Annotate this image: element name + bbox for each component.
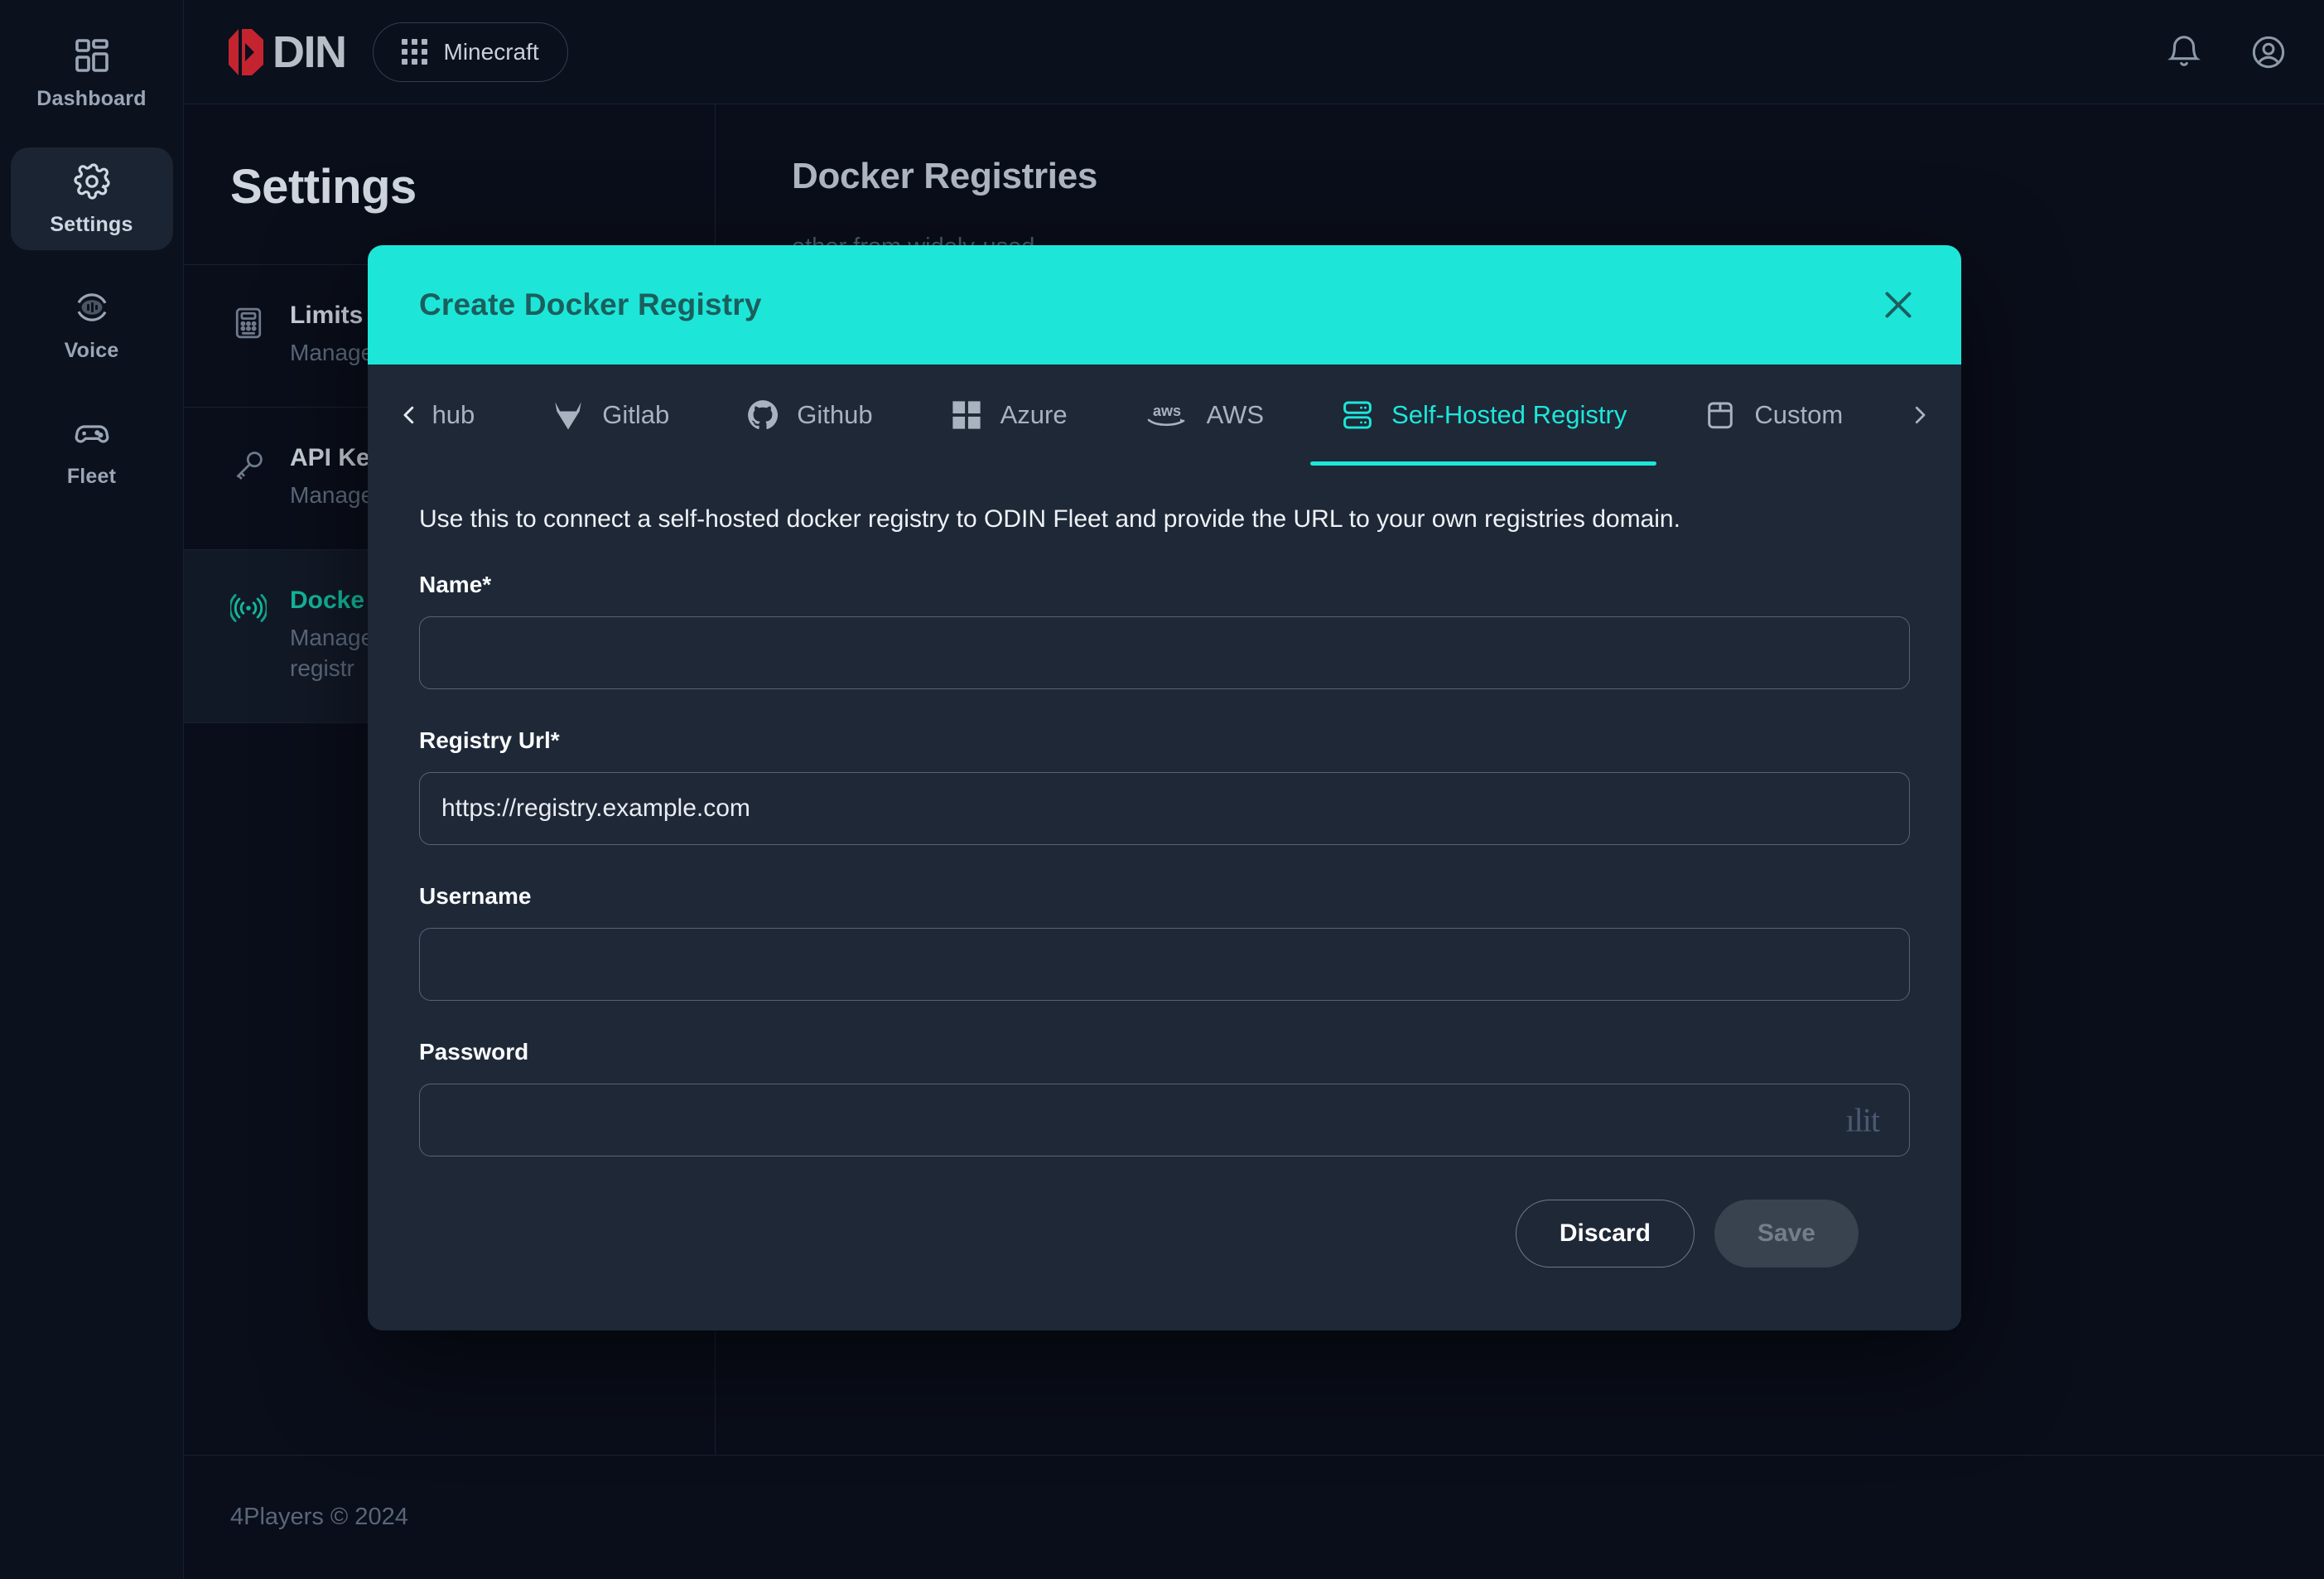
- dialog-body: Use this to connect a self-hosted docker…: [368, 466, 1961, 1330]
- field-password: Password ılit: [419, 1039, 1910, 1156]
- chevron-right-icon[interactable]: [1897, 365, 1943, 466]
- tab-label: Gitlab: [602, 400, 670, 429]
- tab-gitlab[interactable]: Gitlab: [513, 365, 707, 466]
- box-icon: [1703, 398, 1738, 432]
- tab-dockerhub[interactable]: erhub: [432, 365, 513, 466]
- dialog-header: Create Docker Registry: [368, 245, 1961, 365]
- tab-label: Custom: [1754, 400, 1844, 429]
- app-root: Dashboard Settings Voice Fleet DIN Minec…: [0, 0, 2324, 1579]
- tab-label: Self-Hosted Registry: [1391, 400, 1627, 429]
- tab-azure[interactable]: Azure: [911, 365, 1106, 466]
- name-input[interactable]: [441, 617, 1888, 688]
- name-input-wrapper[interactable]: [419, 616, 1910, 689]
- field-name: Name*: [419, 572, 1910, 689]
- tab-self-hosted-registry[interactable]: Self-Hosted Registry: [1302, 365, 1665, 466]
- tab-label: erhub: [432, 400, 475, 429]
- tabs-scroller: erhub Gitlab: [432, 365, 1897, 466]
- tab-label: Github: [797, 400, 873, 429]
- chevron-left-icon[interactable]: [386, 365, 432, 466]
- password-input[interactable]: [441, 1084, 1888, 1156]
- tab-aws[interactable]: aws AWS: [1106, 365, 1302, 466]
- tab-github[interactable]: Github: [707, 365, 910, 466]
- dialog-title: Create Docker Registry: [419, 287, 762, 321]
- save-button[interactable]: Save: [1714, 1200, 1859, 1268]
- close-icon[interactable]: [1875, 282, 1921, 328]
- github-icon: [745, 398, 780, 432]
- registry-url-input-wrapper[interactable]: [419, 772, 1910, 845]
- self-hosted-hint: Use this to connect a self-hosted docker…: [419, 505, 1680, 533]
- password-input-wrapper[interactable]: ılit: [419, 1084, 1910, 1156]
- tab-label: AWS: [1206, 400, 1265, 429]
- dialog-actions: Discard Save: [419, 1156, 1910, 1268]
- modal-overlay: Create Docker Registry erhub: [0, 0, 2324, 1579]
- field-registry-url-label: Registry Url*: [419, 727, 560, 753]
- field-registry-url: Registry Url*: [419, 727, 1910, 845]
- create-docker-registry-dialog: Create Docker Registry erhub: [368, 245, 1961, 1330]
- azure-icon: [949, 398, 984, 432]
- discard-button[interactable]: Discard: [1515, 1200, 1695, 1268]
- field-username: Username: [419, 883, 1910, 1001]
- tab-label: Azure: [1000, 400, 1068, 429]
- server-rack-icon: [1340, 398, 1375, 432]
- gitlab-icon: [551, 398, 586, 432]
- field-name-label: Name*: [419, 572, 492, 597]
- aws-icon: aws: [1144, 398, 1190, 432]
- registry-url-input[interactable]: [441, 773, 1888, 844]
- field-username-label: Username: [419, 883, 532, 909]
- registry-type-tabs: erhub Gitlab: [368, 365, 1961, 466]
- username-input[interactable]: [441, 929, 1888, 1000]
- field-password-label: Password: [419, 1039, 529, 1065]
- username-input-wrapper[interactable]: [419, 928, 1910, 1001]
- tab-custom[interactable]: Custom: [1665, 365, 1881, 466]
- svg-text:aws: aws: [1153, 403, 1181, 419]
